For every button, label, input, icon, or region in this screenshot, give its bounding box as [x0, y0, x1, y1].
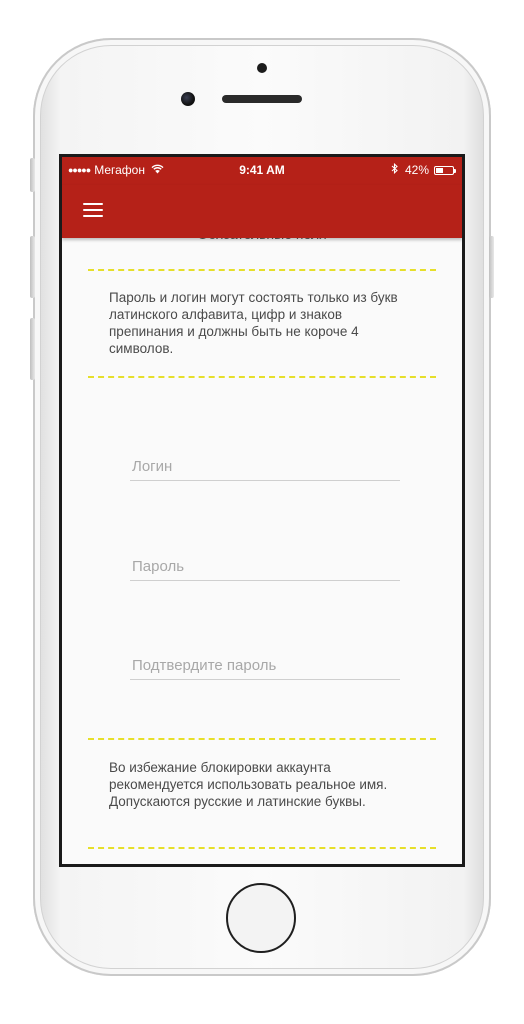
battery-fill: [436, 167, 443, 173]
password-input[interactable]: [130, 552, 400, 581]
menu-line: [83, 203, 103, 205]
confirm-password-input[interactable]: [130, 651, 400, 680]
mute-switch: [30, 158, 35, 192]
registration-form: Обязательные поля Пароль и логин могут с…: [62, 226, 462, 864]
real-name-hint-text: Во избежание блокировки аккаунта рекомен…: [109, 760, 388, 809]
divider: [88, 269, 436, 271]
proximity-sensor: [257, 63, 267, 73]
power-button: [489, 236, 494, 298]
battery-icon: [434, 165, 456, 175]
divider: [88, 847, 436, 849]
volume-up-button: [30, 236, 35, 298]
hamburger-menu-icon[interactable]: [83, 203, 103, 217]
status-bar: ●●●●● Мегафон 9:41 AM 42%: [62, 157, 462, 185]
login-input[interactable]: [130, 452, 400, 481]
battery-percent: 42%: [404, 163, 429, 177]
login-rules-text: Пароль и логин могут состоять только из …: [109, 290, 398, 356]
home-button[interactable]: [226, 883, 296, 953]
status-right: 42%: [391, 162, 456, 177]
volume-down-button: [30, 318, 35, 380]
front-camera: [181, 92, 195, 106]
app-bar: [62, 185, 462, 238]
divider: [88, 738, 436, 740]
menu-line: [83, 209, 103, 211]
app-viewport: ●●●●● Мегафон 9:41 AM 42% Пароль и логин…: [62, 157, 462, 864]
divider: [88, 376, 436, 378]
menu-line: [83, 215, 103, 217]
earpiece-speaker: [222, 95, 302, 103]
bluetooth-icon: [391, 162, 399, 177]
phone-screen: ●●●●● Мегафон 9:41 AM 42% Пароль и логин…: [59, 154, 465, 867]
